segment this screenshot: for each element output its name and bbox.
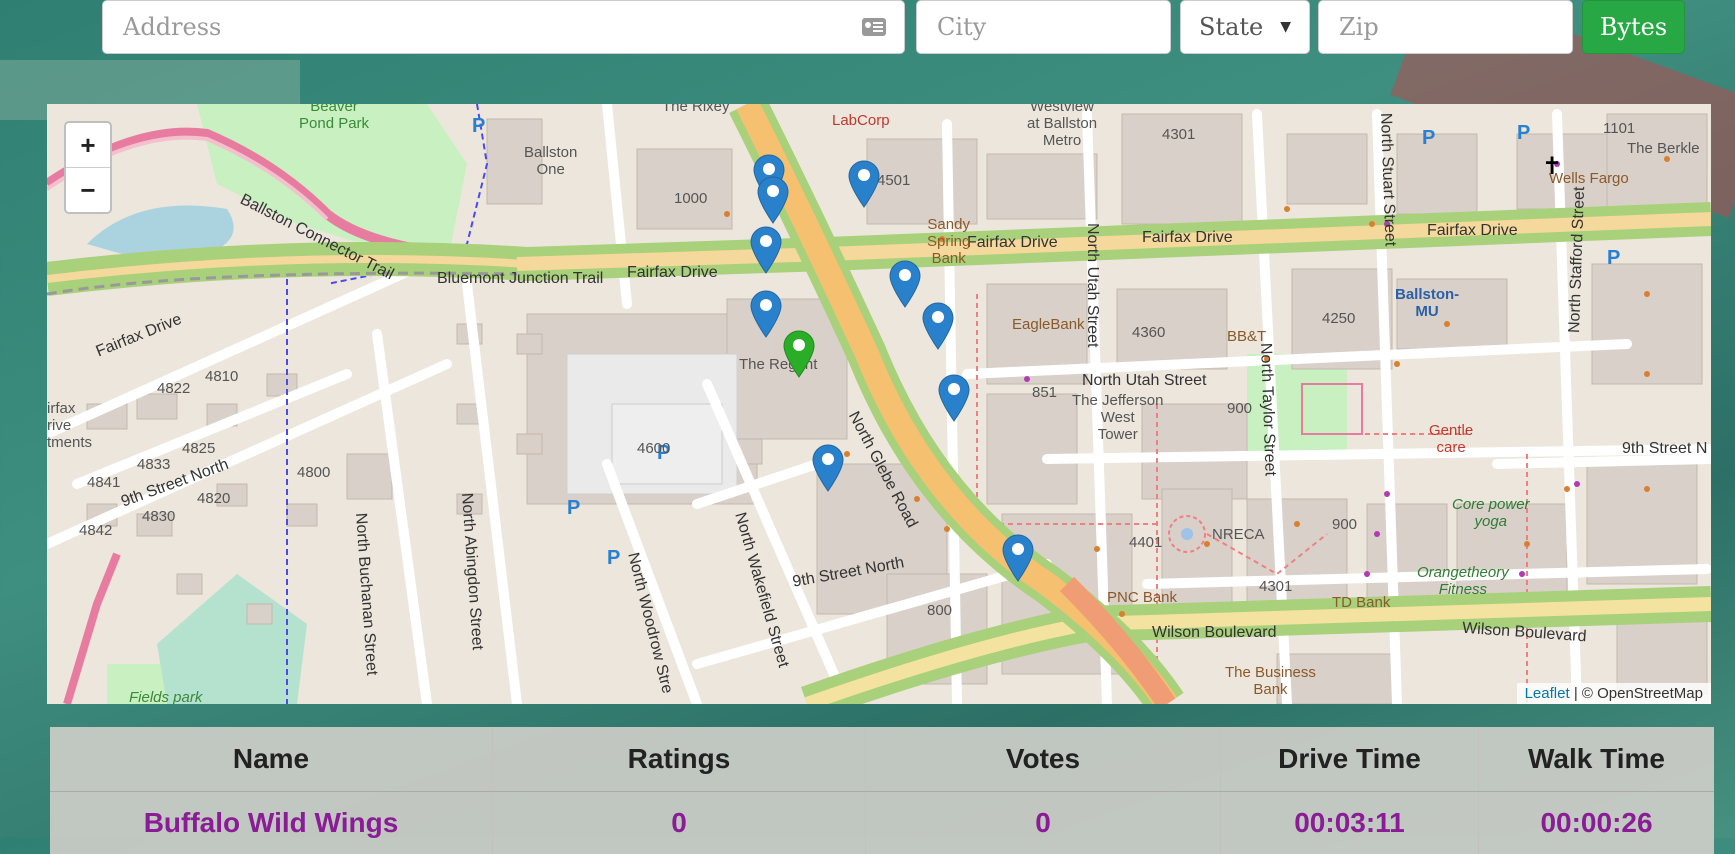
cell-ratings: 0	[493, 792, 866, 854]
map-label-building-number: 4501	[877, 172, 910, 189]
map-label-building-number: 4825	[182, 440, 215, 457]
map-marker-blue[interactable]	[749, 290, 783, 338]
zoom-in-button[interactable]: +	[66, 123, 110, 168]
map-label-building-number: 4820	[197, 490, 230, 507]
map-label-bluemont-junction-trail: Bluemont Junction Trail	[437, 270, 603, 288]
caret-down-icon: ▼	[1280, 19, 1291, 35]
table-row[interactable]: Buffalo Wild Wings 0 0 00:03:11 00:00:26	[50, 792, 1714, 854]
map-label-orangetheory: Orangetheory Fitness	[1417, 564, 1509, 598]
map[interactable]: PPP PPP P ✝ Beaver Pond Park Ballston On…	[47, 104, 1711, 704]
map-label-building-number: 1000	[674, 190, 707, 207]
map-label-wilson-boulevard: Wilson Boulevard	[1152, 624, 1277, 642]
map-label-fairfax-drive: Fairfax Drive	[1142, 229, 1233, 247]
zip-field[interactable]	[1318, 0, 1573, 54]
city-field[interactable]	[916, 0, 1171, 54]
cell-drive-time: 00:03:11	[1221, 792, 1479, 854]
zoom-control: + −	[64, 121, 112, 214]
map-label-building-number: 4833	[137, 456, 170, 473]
map-label-building-number: 4841	[87, 474, 120, 491]
cell-votes: 0	[866, 792, 1221, 854]
map-marker-blue[interactable]	[749, 226, 783, 274]
map-label-core-power-yoga: Core power yoga	[1452, 496, 1530, 530]
svg-text:P: P	[1607, 247, 1620, 269]
map-marker-blue[interactable]	[1001, 534, 1035, 582]
map-label-gentle-care: Gentle care	[1429, 422, 1473, 456]
map-label-building-number: 4401	[1129, 534, 1162, 551]
map-label-the-jefferson: The Jefferson West Tower	[1072, 392, 1163, 443]
map-label-westview: Westview at Ballston Metro	[1027, 104, 1097, 149]
map-label-building-number: 4301	[1162, 126, 1195, 143]
map-label-fairfax-drive: Fairfax Drive	[1427, 222, 1518, 240]
map-label-building-number: 1101	[1603, 120, 1635, 137]
map-label-pnc-bank: PNC Bank	[1107, 589, 1177, 606]
map-label-building-number: 4600	[637, 440, 670, 457]
address-input[interactable]	[121, 12, 862, 42]
map-label-building-number: 4800	[297, 464, 330, 481]
svg-text:P: P	[607, 547, 620, 569]
map-label-the-business-bank: The Business Bank	[1225, 664, 1316, 698]
map-label-td-bank: TD Bank	[1332, 594, 1390, 611]
leaflet-link[interactable]: Leaflet	[1525, 685, 1570, 702]
column-header-drive-time[interactable]: Drive Time	[1221, 727, 1479, 792]
state-select[interactable]: State ▼	[1180, 0, 1310, 54]
table-header-row: Name Ratings Votes Drive Time Walk Time	[50, 727, 1714, 792]
map-label-building-number: 4301	[1259, 578, 1292, 595]
map-label-north-utah-street: North Utah Street	[1083, 223, 1101, 348]
address-field[interactable]	[102, 0, 905, 54]
map-marker-blue[interactable]	[937, 374, 971, 422]
map-label-nreca: NRECA	[1212, 526, 1265, 543]
map-marker-blue[interactable]	[756, 176, 790, 224]
map-label-building-number: 4830	[142, 508, 175, 525]
map-marker-blue[interactable]	[811, 444, 845, 492]
map-label-ballston-mu: Ballston- MU	[1395, 286, 1459, 320]
map-label-beaver-pond-park: Beaver Pond Park	[299, 104, 369, 132]
map-label-building-number: 4842	[79, 522, 112, 539]
cell-name[interactable]: Buffalo Wild Wings	[50, 792, 493, 854]
map-marker-blue[interactable]	[888, 260, 922, 308]
zoom-out-button[interactable]: −	[66, 168, 110, 212]
column-header-name[interactable]: Name	[50, 727, 493, 792]
map-label-ballston-one: Ballston One	[524, 144, 577, 178]
column-header-ratings[interactable]: Ratings	[493, 727, 866, 792]
map-label-building-number: 4250	[1322, 310, 1355, 327]
map-label-eaglebank: EagleBank	[1012, 316, 1085, 333]
contact-card-icon	[862, 18, 886, 36]
zip-input[interactable]	[1337, 12, 1554, 42]
map-label-building-number: 800	[927, 602, 952, 619]
svg-text:P: P	[472, 115, 485, 137]
map-label-building-number: 4822	[157, 380, 190, 397]
map-label-fairfax-drive: Fairfax Drive	[967, 234, 1058, 252]
cell-walk-time: 00:00:26	[1479, 792, 1715, 854]
map-label-building-number: 4810	[205, 368, 238, 385]
results-table: Name Ratings Votes Drive Time Walk Time …	[50, 727, 1714, 854]
column-header-walk-time[interactable]: Walk Time	[1479, 727, 1715, 792]
map-label-building-number: 900	[1332, 516, 1357, 533]
map-marker-green-selected[interactable]	[782, 330, 816, 378]
map-label-sandy-spring-bank: Sandy Spring Bank	[927, 216, 970, 267]
map-attribution: Leaflet | © OpenStreetMap	[1517, 683, 1711, 704]
map-label-9th-street-north: 9th Street N	[1622, 440, 1707, 458]
map-label-fairfax-drive: Fairfax Drive	[627, 264, 718, 282]
map-marker-blue[interactable]	[847, 160, 881, 208]
map-label-building-number: 851	[1032, 384, 1057, 401]
bytes-submit-button[interactable]: Bytes	[1582, 0, 1685, 54]
svg-text:P: P	[1517, 122, 1530, 144]
city-input[interactable]	[935, 12, 1152, 42]
map-label-north-utah-street: North Utah Street	[1082, 372, 1207, 390]
map-label-fairfax-drive-apartments: irfax rive tments	[47, 400, 92, 451]
map-label-wells-fargo: Wells Fargo	[1549, 170, 1629, 187]
svg-text:P: P	[1422, 127, 1435, 149]
svg-text:P: P	[567, 497, 580, 519]
column-header-votes[interactable]: Votes	[866, 727, 1221, 792]
map-label-building-number: 900	[1227, 400, 1252, 417]
attribution-text: | © OpenStreetMap	[1574, 685, 1703, 702]
map-label-labcorp: LabCorp	[832, 112, 890, 129]
map-label-the-berkley: The Berkle	[1627, 140, 1700, 157]
map-label-the-rixey: The Rixey	[662, 104, 730, 115]
map-label-fields-park: Fields park	[129, 689, 202, 704]
map-label-building-number: 4360	[1132, 324, 1165, 341]
state-select-value: State	[1199, 13, 1263, 41]
map-marker-blue[interactable]	[921, 302, 955, 350]
